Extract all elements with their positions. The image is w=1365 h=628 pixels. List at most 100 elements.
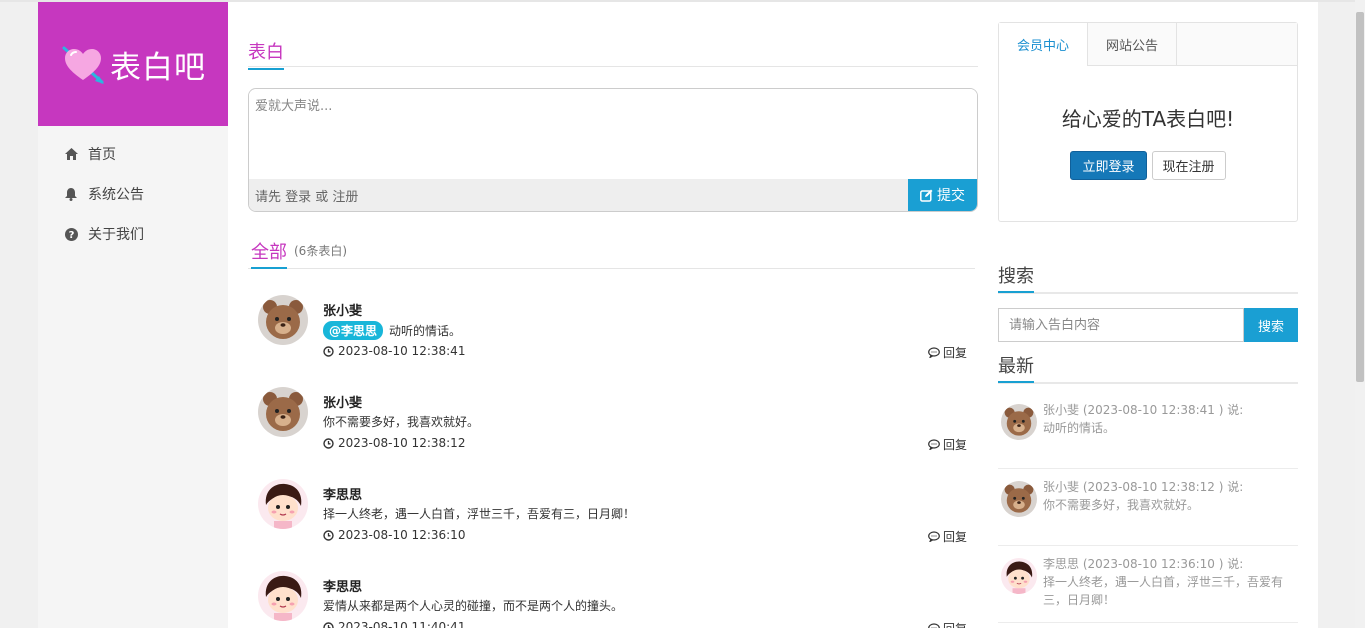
post-text: 动听的情话。 [389,324,462,338]
post-item: 李思思 爱情从来都是两个人心灵的碰撞，而不是两个人的撞头。 2023-08-10… [248,563,978,628]
comment-icon [928,439,940,450]
auth-buttons: 立即登录 现在注册 [999,151,1297,180]
login-hint[interactable]: 请先 登录 或 注册 [249,186,358,205]
post-text: 你不需要多好，我喜欢就好。 [323,415,480,429]
latest-item[interactable]: 张小斐 (2023-08-10 12:38:12 ) 说: 你不需要多好，我喜欢… [998,469,1298,546]
confession-textarea[interactable] [249,89,977,179]
sidebar-item-home[interactable]: 首页 [38,134,228,174]
post-content: 爱情从来都是两个人心灵的碰撞，而不是两个人的撞头。 [323,597,623,614]
post-list: 张小斐 @李思思 动听的情话。 2023-08-10 12:38:41 回复 张… [248,287,978,628]
post-item: 张小斐 你不需要多好，我喜欢就好。 2023-08-10 12:38:12 回复 [248,379,978,471]
avatar[interactable] [258,295,308,345]
sidebar-item-label: 系统公告 [88,187,144,203]
latest-text: 择一人终老，遇一人白首，浮世三千，吾爱有三，日月卿！ [1043,575,1284,607]
latest-title: 最新 [998,352,1034,383]
latest-header: 张小斐 (2023-08-10 12:38:12 ) 说: [1043,480,1244,494]
sidebar-item-announcements[interactable]: 系统公告 [38,174,228,214]
edit-icon [920,189,933,202]
scrollbar-thumb[interactable] [1356,12,1364,382]
brand-name: 表白吧 [110,49,206,86]
latest-meta: 李思思 (2023-08-10 12:36:10 ) 说: 择一人终老，遇一人白… [1043,555,1288,609]
comment-icon [928,623,940,628]
avatar [1001,404,1037,440]
post-timestamp: 2023-08-10 12:38:12 [338,436,466,450]
post-text: 爱情从来都是两个人心灵的碰撞，而不是两个人的撞头。 [323,599,624,613]
page-container: 表白吧 首页 系统公告 ? 关于我们 表白 爱就大声说... 请先 登录 或 注… [38,2,1318,628]
post-author[interactable]: 张小斐 [323,392,362,411]
logo[interactable]: 表白吧 [38,2,228,126]
mention-badge[interactable]: @李思思 [323,321,384,340]
sidebar: 表白吧 首页 系统公告 ? 关于我们 [38,2,228,628]
post-time: 2023-08-10 12:38:41 [323,344,465,358]
sidebar-item-label: 首页 [88,147,116,163]
avatar [1001,558,1037,594]
reply-button[interactable]: 回复 [928,344,967,361]
latest-meta: 张小斐 (2023-08-10 12:38:41 ) 说: 动听的情话。 [1043,401,1288,437]
question-icon: ? [64,227,78,241]
home-icon [64,147,78,161]
post-text: 择一人终老，遇一人白首，浮世三千，吾爱有三，日月卿！ [323,507,636,521]
reply-label: 回复 [942,530,967,544]
latest-header: 张小斐 (2023-08-10 12:38:41 ) 说: [1043,403,1244,417]
bell-icon [64,187,78,201]
search-bar: 搜索 [998,308,1298,342]
latest-text: 你不需要多好，我喜欢就好。 [1043,498,1200,512]
sidebar-item-about[interactable]: ? 关于我们 [38,214,228,254]
scrollbar[interactable] [1355,0,1365,628]
post-timestamp: 2023-08-10 12:36:10 [338,528,466,542]
post-timestamp: 2023-08-10 11:40:41 [338,620,466,628]
post-author[interactable]: 李思思 [323,484,362,503]
member-slogan: 给心爱的TA表白吧! [1061,107,1235,131]
avatar[interactable] [258,571,308,621]
submit-button[interactable]: 提交 [908,179,977,211]
feed-title[interactable]: 全部 [251,238,287,269]
latest-item[interactable]: 李思思 (2023-08-10 12:36:10 ) 说: 择一人终老，遇一人白… [998,546,1298,623]
latest-list: 张小斐 (2023-08-10 12:38:41 ) 说: 动听的情话。 张小斐… [998,392,1298,623]
search-button[interactable]: 搜索 [1244,308,1298,342]
post-author[interactable]: 张小斐 [323,300,362,319]
member-card: 会员中心 网站公告 给心爱的TA表白吧! 立即登录 现在注册 [998,22,1298,222]
comment-icon [928,347,940,358]
reply-button[interactable]: 回复 [928,436,967,453]
feed-header: 全部 (6条表白) [248,232,975,269]
post-time: 2023-08-10 12:36:10 [323,528,465,542]
feed-count: (6条表白) [294,244,347,258]
clock-icon [323,529,334,541]
tab-member-center[interactable]: 会员中心 [999,23,1088,66]
submit-label: 提交 [937,188,965,204]
search-title: 搜索 [998,262,1034,293]
reply-button[interactable]: 回复 [928,528,967,545]
post-author[interactable]: 李思思 [323,576,362,595]
clock-icon [323,621,334,628]
main-content: 表白 请先 登录 或 注册 提交 全部 (6条表白) 张小 [248,2,978,628]
reply-label: 回复 [942,438,967,452]
divider [248,66,978,67]
avatar[interactable] [258,479,308,529]
reply-button[interactable]: 回复 [928,620,967,628]
sidebar-nav: 首页 系统公告 ? 关于我们 [38,126,228,254]
reply-label: 回复 [942,346,967,360]
svg-text:?: ? [68,230,74,241]
post-content: 你不需要多好，我喜欢就好。 [323,413,479,430]
search-input[interactable] [998,308,1244,342]
latest-meta: 张小斐 (2023-08-10 12:38:12 ) 说: 你不需要多好，我喜欢… [1043,478,1288,514]
compose-toolbar: 请先 登录 或 注册 提交 [249,179,977,211]
post-item: 张小斐 @李思思 动听的情话。 2023-08-10 12:38:41 回复 [248,287,978,379]
post-content: 择一人终老，遇一人白首，浮世三千，吾爱有三，日月卿！ [323,505,635,522]
avatar[interactable] [258,387,308,437]
compose-section-header: 表白 [248,2,978,70]
latest-text: 动听的情话。 [1043,421,1116,435]
login-button[interactable]: 立即登录 [1070,151,1147,180]
clock-icon [323,437,334,449]
post-time: 2023-08-10 11:40:41 [323,620,465,628]
post-content: @李思思 动听的情话。 [323,321,461,340]
tab-site-announcement[interactable]: 网站公告 [1088,23,1177,65]
compose-box: 请先 登录 或 注册 提交 [248,88,978,212]
reply-label: 回复 [943,620,967,628]
comment-icon [928,531,940,542]
latest-section-header: 最新 [998,352,1298,384]
latest-header: 李思思 (2023-08-10 12:36:10 ) 说: [1043,557,1244,571]
avatar [1001,481,1037,517]
latest-item[interactable]: 张小斐 (2023-08-10 12:38:41 ) 说: 动听的情话。 [998,392,1298,469]
register-button[interactable]: 现在注册 [1151,151,1226,180]
